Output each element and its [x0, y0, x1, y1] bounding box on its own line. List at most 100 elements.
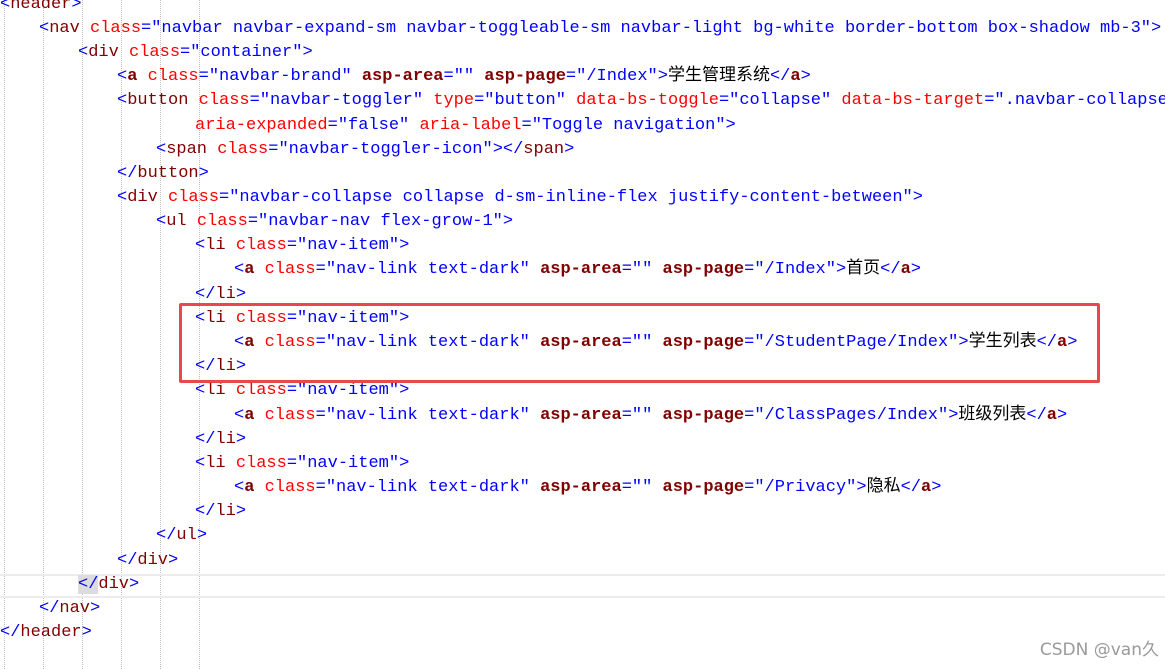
code-token: < [195, 236, 206, 255]
code-token: "navbar-toggler" [259, 91, 424, 110]
code-token: "Toggle navigation" [531, 116, 726, 135]
code-token: "navbar-collapse collapse d-sm-inline-fl… [229, 188, 913, 207]
code-token: </ [502, 140, 524, 159]
code-token: class [235, 454, 287, 473]
code-token: < [234, 406, 245, 425]
code-token: = [474, 91, 485, 110]
code-token: > [856, 478, 867, 497]
code-token: span [166, 140, 208, 159]
code-token: > [912, 188, 923, 207]
code-token: a [900, 260, 911, 279]
code-token: </ [1026, 406, 1047, 425]
code-token: > [168, 551, 179, 570]
code-token: = [443, 67, 454, 86]
code-token: > [81, 623, 92, 642]
code-editor[interactable]: <header> <nav class="navbar navbar-expand… [0, 0, 1165, 669]
code-token: > [931, 478, 942, 497]
highlight-box [179, 303, 1100, 383]
code-token: "/Index" [754, 260, 836, 279]
code-token: a [244, 260, 255, 279]
code-token: = [247, 212, 259, 231]
code-token: </ [39, 599, 60, 618]
code-token: type [433, 91, 475, 110]
code-token: class [235, 236, 287, 255]
code-token: "nav-link text-dark" [325, 478, 530, 497]
code-token: "" [453, 67, 475, 86]
code-token: class [90, 19, 142, 38]
code-token: = [984, 91, 995, 110]
code-token: </ [769, 67, 791, 86]
code-token: = [141, 19, 152, 38]
code-token: class [217, 140, 269, 159]
code-token: "false" [337, 116, 410, 135]
code-token: class [129, 43, 181, 62]
code-token: nav [49, 19, 80, 38]
code-token: = [744, 260, 755, 279]
code-token: a [1046, 406, 1057, 425]
code-token: class [264, 478, 316, 497]
code-line: </li> [195, 428, 246, 452]
code-token: = [565, 67, 577, 86]
code-token: > [725, 116, 736, 135]
code-token: = [198, 67, 209, 86]
code-token: > [399, 236, 410, 255]
code-line: <a class="navbar-brand" asp-area="" asp-… [117, 65, 811, 89]
code-line: <div class="container"> [78, 41, 313, 65]
code-token: </ [0, 623, 21, 642]
code-token: ".navbar-collapse" [994, 91, 1165, 110]
code-token: < [117, 188, 128, 207]
code-token: < [117, 91, 128, 110]
code-token: > [235, 285, 247, 304]
code-token: class [168, 188, 220, 207]
code-token: = [315, 260, 326, 279]
code-token: "" [631, 406, 653, 425]
code-token: 隐私 [866, 478, 901, 497]
code-token: = [521, 116, 532, 135]
code-token: li [205, 454, 226, 473]
code-token: asp-page [662, 260, 745, 279]
code-token: </ [117, 164, 138, 183]
code-token: "" [631, 478, 653, 497]
code-token: div [137, 551, 169, 570]
code-line: </ul> [156, 524, 207, 548]
code-token: < [156, 212, 167, 231]
code-token: < [195, 454, 206, 473]
code-token: "nav-link text-dark" [325, 406, 530, 425]
code-token: asp-area [540, 406, 622, 425]
code-line: <a class="nav-link text-dark" asp-area="… [234, 476, 941, 500]
code-token: </ [117, 551, 138, 570]
code-line: </button> [117, 162, 209, 186]
code-line: </header> [0, 621, 92, 645]
code-token: a [920, 478, 932, 497]
code-token: span [523, 140, 565, 159]
code-token: = [327, 116, 338, 135]
code-token: asp-area [540, 260, 622, 279]
code-line: </nav> [39, 597, 100, 621]
code-line: <a class="nav-link text-dark" asp-area="… [234, 404, 1067, 428]
indent-guide [43, 0, 44, 669]
code-token: data-bs-target [841, 91, 985, 110]
code-token: asp-page [662, 406, 745, 425]
code-token: = [718, 91, 730, 110]
code-token: > [910, 260, 921, 279]
code-token: "/ClassPages/Index" [754, 406, 949, 425]
code-token: > [235, 502, 247, 521]
code-token: ul [166, 212, 187, 231]
code-token: "" [631, 260, 653, 279]
code-token: = [621, 406, 632, 425]
code-token: = [621, 260, 632, 279]
code-token: class [196, 212, 248, 231]
code-token: li [205, 381, 226, 400]
indent-guide [82, 0, 83, 669]
code-token: > [1151, 19, 1162, 38]
code-token: asp-page [484, 67, 566, 86]
code-token: class [235, 381, 287, 400]
code-token: = [744, 406, 755, 425]
